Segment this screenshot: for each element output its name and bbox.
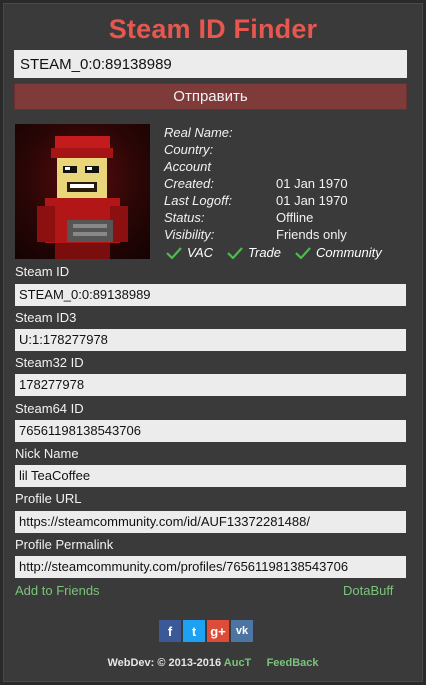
author-link[interactable]: AucT [224,657,252,669]
feedback-link[interactable]: FeedBack [267,657,319,669]
check-icon [166,246,182,259]
flag-label: VAC [187,245,214,260]
facebook-icon[interactable]: f [159,620,181,642]
info-label: Status: [164,210,205,225]
info-row-status: Status: Offline [164,209,414,226]
flag-trade: Trade [227,245,281,260]
footer-copyright: WebDev: © 2013-2016 [107,657,222,669]
steam-id3-label: Steam ID3 [15,310,77,325]
submit-button[interactable]: Отправить [14,83,407,110]
flag-vac: VAC [166,245,213,260]
add-to-friends-link[interactable]: Add to Friends [15,583,100,598]
info-value: Offline [276,210,314,225]
info-label: Last Logoff: [164,193,232,208]
steam64-id-field[interactable]: 76561198138543706 [15,420,406,442]
flag-label: Trade [248,245,282,260]
twitter-icon[interactable]: t [183,620,205,642]
steam-id-input[interactable] [14,50,407,78]
info-label: Visibility: [164,227,215,242]
flag-community: Community [295,245,382,260]
info-row-real-name: Real Name: [164,124,414,141]
info-value: 01 Jan 1970 [276,193,348,208]
steam32-id-label: Steam32 ID [15,355,84,370]
steam32-id-field[interactable]: 178277978 [15,374,406,396]
steam-id3-field[interactable]: U:1:178277978 [15,329,406,351]
info-row-created: Created: 01 Jan 1970 [164,175,414,192]
steam-id-label: Steam ID [15,264,70,279]
steam-id-field[interactable]: STEAM_0:0:89138989 [15,284,406,306]
info-label: Account [164,159,211,174]
info-row-visibility: Visibility: Friends only [164,226,414,243]
info-row-account: Account [164,158,414,175]
profile-permalink-field[interactable]: http://steamcommunity.com/profiles/76561… [15,556,406,578]
profile-url-label: Profile URL [15,491,82,506]
info-label: Real Name: [164,125,233,140]
check-icon [295,246,311,259]
info-value: 01 Jan 1970 [276,176,348,191]
footer: WebDev: © 2013-2016 AucT FeedBack [0,657,426,669]
info-value: Friends only [276,227,347,242]
profile-url-field[interactable]: https://steamcommunity.com/id/AUF1337228… [15,511,406,533]
vk-icon[interactable]: vk [231,620,253,642]
steam64-id-label: Steam64 ID [15,401,84,416]
dotabuff-link[interactable]: DotaBuff [343,583,393,598]
flag-label: Community [316,245,382,260]
avatar [15,124,150,259]
nick-name-field[interactable]: lil TeaCoffee [15,465,406,487]
info-label: Created: [164,176,214,191]
profile-info: Real Name: Country: Account Created: 01 … [164,124,414,243]
ban-flags: VAC Trade Community [166,245,382,260]
profile-permalink-label: Profile Permalink [15,537,114,552]
check-icon [227,246,243,259]
social-icons: f t g+ vk [159,620,253,642]
info-row-country: Country: [164,141,414,158]
info-row-last-logoff: Last Logoff: 01 Jan 1970 [164,192,414,209]
page-title: Steam ID Finder [108,14,318,44]
google-plus-icon[interactable]: g+ [207,620,229,642]
nick-name-label: Nick Name [15,446,79,461]
info-label: Country: [164,142,214,157]
